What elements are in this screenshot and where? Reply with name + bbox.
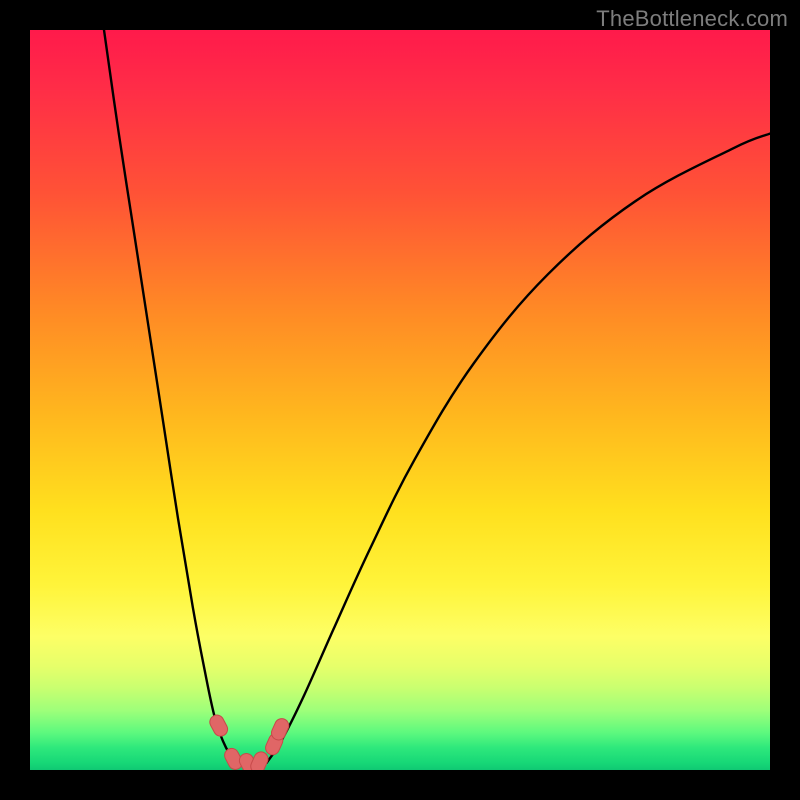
curve-group bbox=[104, 30, 770, 766]
chart-frame: TheBottleneck.com bbox=[0, 0, 800, 800]
curve-layer bbox=[30, 30, 770, 770]
plot-area bbox=[30, 30, 770, 770]
watermark-text: TheBottleneck.com bbox=[596, 6, 788, 32]
marker-group bbox=[207, 713, 291, 770]
series-right-branch bbox=[267, 134, 770, 763]
data-marker bbox=[207, 713, 230, 739]
series-left-branch bbox=[104, 30, 237, 763]
